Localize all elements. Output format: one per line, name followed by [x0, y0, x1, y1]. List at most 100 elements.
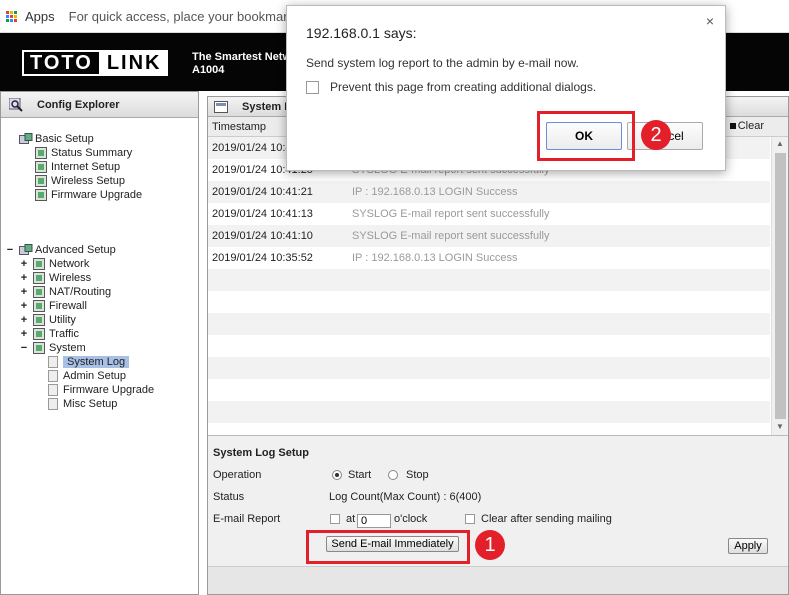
expand-toggle-icon[interactable]: +: [19, 272, 29, 284]
settings-node-icon: [35, 147, 47, 159]
expand-toggle-icon[interactable]: +: [19, 314, 29, 326]
log-message: IP : 192.168.0.13 LOGIN Success: [352, 186, 518, 198]
settings-node-icon: [33, 272, 45, 284]
tree-item-firmware-upgrade[interactable]: Firmware Upgrade: [35, 188, 142, 202]
step-1-badge: 1: [475, 530, 505, 560]
prevent-dialogs-checkbox[interactable]: [306, 81, 319, 94]
expand-toggle-icon[interactable]: −: [19, 342, 29, 354]
tree-advanced-setup[interactable]: − Advanced Setup: [5, 243, 116, 257]
footer-strip: [208, 566, 788, 594]
page-icon: [47, 384, 59, 396]
log-timestamp: 2019/01/24 10:41:13: [212, 208, 313, 220]
expand-toggle-icon[interactable]: +: [19, 300, 29, 312]
clear-after-checkbox[interactable]: [465, 514, 475, 524]
tree-item-label: Advanced Setup: [35, 244, 116, 256]
tree-item-utility[interactable]: + Utility: [19, 313, 76, 327]
table-row: [208, 291, 770, 313]
dialog-title: 192.168.0.1 says:: [306, 25, 417, 41]
config-explorer-title: Config Explorer: [37, 98, 120, 111]
settings-node-icon: [33, 314, 45, 326]
expand-toggle-icon[interactable]: +: [19, 286, 29, 298]
clear-label: Clear: [737, 120, 764, 132]
tree-item-label: System: [49, 342, 86, 354]
scroll-thumb[interactable]: [775, 153, 786, 419]
tree-basic-setup[interactable]: Basic Setup: [19, 132, 94, 146]
table-row: 2019/01/24 10:41:21 IP : 192.168.0.13 LOG…: [208, 181, 770, 203]
tree-item-internet-setup[interactable]: Internet Setup: [35, 160, 120, 174]
start-label: Start: [348, 469, 372, 481]
totolink-logo: TOTO LINK: [22, 50, 168, 76]
settings-node-icon: [33, 258, 45, 270]
clear-log-button[interactable]: Clear: [729, 120, 764, 132]
magnifier-icon: [8, 97, 23, 112]
tree-item-label: Admin Setup: [63, 370, 126, 382]
settings-node-icon: [33, 342, 45, 354]
email-report-checkbox[interactable]: [330, 514, 340, 524]
at-label: at: [346, 513, 356, 525]
tree-item-label: Firewall: [49, 300, 87, 312]
log-scrollbar[interactable]: ▲ ▼: [771, 137, 788, 435]
settings-node-icon: [35, 175, 47, 187]
step-2-badge: 2: [641, 120, 671, 150]
table-row: 2019/01/24 10:35:52 IP : 192.168.0.13 LOG…: [208, 247, 770, 269]
tree-item-firewall[interactable]: + Firewall: [19, 299, 87, 313]
tree-item-system[interactable]: − System: [19, 341, 86, 355]
table-row: [208, 357, 770, 379]
tree-item-network[interactable]: + Network: [19, 257, 89, 271]
tree-item-nat-routing[interactable]: + NAT/Routing: [19, 285, 111, 299]
logo-toto: TOTO: [22, 50, 101, 76]
setup-title: System Log Setup: [213, 447, 309, 459]
tree-item-wireless[interactable]: + Wireless: [19, 271, 91, 285]
tree-item-wireless-setup[interactable]: Wireless Setup: [35, 174, 125, 188]
tree-item-misc-setup[interactable]: Misc Setup: [47, 397, 117, 411]
tree-item-traffic[interactable]: + Traffic: [19, 327, 79, 341]
table-row: [208, 335, 770, 357]
log-table: 2019/01/24 10:41:28SYSLOG E-mail report …: [208, 137, 770, 423]
tree-item-label: Network: [49, 258, 90, 270]
tree-item-firmware-upgrade[interactable]: Firmware Upgrade: [47, 383, 154, 397]
apps-link[interactable]: Apps: [25, 9, 55, 24]
clear-icon: [729, 123, 736, 129]
tree-item-label: Utility: [49, 314, 76, 326]
page-icon: [47, 356, 59, 368]
tree-item-system-log[interactable]: System Log: [47, 355, 130, 369]
panel-icon: [214, 100, 228, 113]
expand-toggle-icon[interactable]: +: [19, 258, 29, 270]
start-radio[interactable]: [332, 470, 342, 480]
log-message: SYSLOG E-mail report sent successfully: [352, 230, 550, 242]
table-row: [208, 379, 770, 401]
log-timestamp: 2019/01/24 10:41:10: [212, 230, 313, 242]
logo-link: LINK: [100, 50, 168, 76]
send-button-highlight: [306, 530, 470, 564]
prevent-dialogs-label: Prevent this page from creating addition…: [330, 80, 597, 94]
status-label: Status: [213, 491, 245, 503]
page-icon: [47, 398, 59, 410]
tree-item-status-summary[interactable]: Status Summary: [35, 146, 132, 160]
tree-item-admin-setup[interactable]: Admin Setup: [47, 369, 126, 383]
dialog-message: Send system log report to the admin by e…: [306, 56, 579, 70]
scroll-up-icon[interactable]: ▲: [776, 139, 784, 148]
close-icon[interactable]: ×: [706, 13, 714, 29]
stop-radio[interactable]: [388, 470, 398, 480]
table-row: 2019/01/24 10:41:13 SYSLOG E-mail report …: [208, 203, 770, 225]
log-timestamp: 2019/01/24 10:41:21: [212, 186, 313, 198]
folder-icon: [19, 133, 33, 145]
config-explorer-panel: Config Explorer Basic Setup Status Summar…: [0, 91, 199, 595]
tree-item-label: Firmware Upgrade: [51, 189, 143, 201]
config-explorer-header: Config Explorer: [1, 92, 198, 118]
scroll-down-icon[interactable]: ▼: [776, 422, 784, 431]
apply-button[interactable]: Apply: [728, 538, 768, 554]
log-message: IP : 192.168.0.13 LOGIN Success: [352, 252, 518, 264]
page-icon: [47, 370, 59, 382]
settings-node-icon: [33, 300, 45, 312]
tree-item-label: Internet Setup: [51, 161, 121, 173]
tree-item-label: Misc Setup: [63, 398, 118, 410]
tree-item-label: Wireless Setup: [51, 175, 125, 187]
hour-input[interactable]: [357, 514, 391, 528]
apps-icon[interactable]: [6, 10, 17, 22]
clear-after-label: Clear after sending mailing: [481, 513, 612, 525]
expand-toggle-icon[interactable]: +: [19, 328, 29, 340]
tree-item-label: Firmware Upgrade: [63, 384, 155, 396]
tree-item-label: NAT/Routing: [49, 286, 112, 298]
expand-toggle-icon[interactable]: −: [5, 244, 15, 256]
